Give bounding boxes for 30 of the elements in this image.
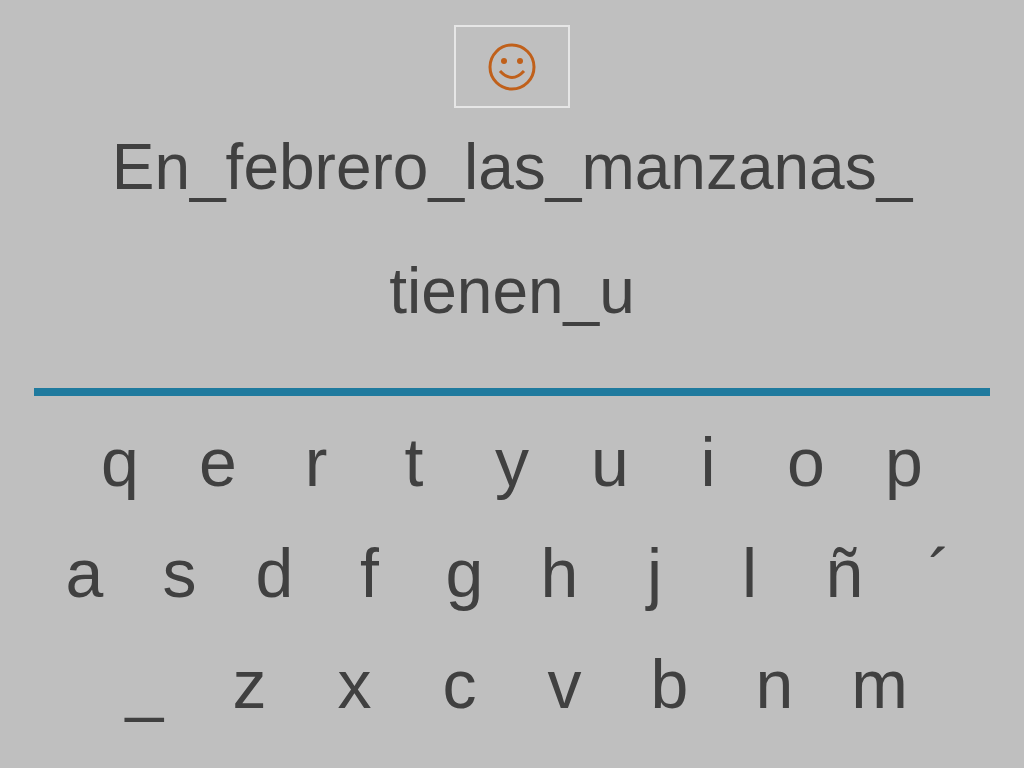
- smiley-icon: [487, 41, 537, 92]
- letter-key[interactable]: r: [267, 421, 365, 502]
- letter-key[interactable]: t: [365, 421, 463, 502]
- letter-key[interactable]: p: [855, 421, 953, 502]
- letter-key[interactable]: j: [607, 532, 702, 613]
- letter-key[interactable]: z: [197, 643, 302, 724]
- letter-key[interactable]: o: [757, 421, 855, 502]
- letter-key[interactable]: ´: [892, 532, 987, 613]
- letter-key[interactable]: e: [169, 421, 267, 502]
- letter-key[interactable]: n: [722, 643, 827, 724]
- letter-key[interactable]: h: [512, 532, 607, 613]
- letter-key[interactable]: b: [617, 643, 722, 724]
- letter-key[interactable]: g: [417, 532, 512, 613]
- letter-key[interactable]: q: [71, 421, 169, 502]
- letter-key[interactable]: v: [512, 643, 617, 724]
- letter-key[interactable]: d: [227, 532, 322, 613]
- letter-key[interactable]: s: [132, 532, 227, 613]
- letter-key[interactable]: x: [302, 643, 407, 724]
- sentence-line: tienen_u: [389, 254, 635, 329]
- letter-key[interactable]: l: [702, 532, 797, 613]
- letter-key[interactable]: m: [827, 643, 932, 724]
- letter-key[interactable]: a: [37, 532, 132, 613]
- letter-key[interactable]: _: [92, 643, 197, 724]
- letter-key[interactable]: ñ: [797, 532, 892, 613]
- letter-key[interactable]: u: [561, 421, 659, 502]
- letter-key[interactable]: f: [322, 532, 417, 613]
- letter-key[interactable]: i: [659, 421, 757, 502]
- letter-key[interactable]: c: [407, 643, 512, 724]
- letter-key[interactable]: y: [463, 421, 561, 502]
- sentence-line: En_febrero_las_manzanas_: [111, 130, 913, 205]
